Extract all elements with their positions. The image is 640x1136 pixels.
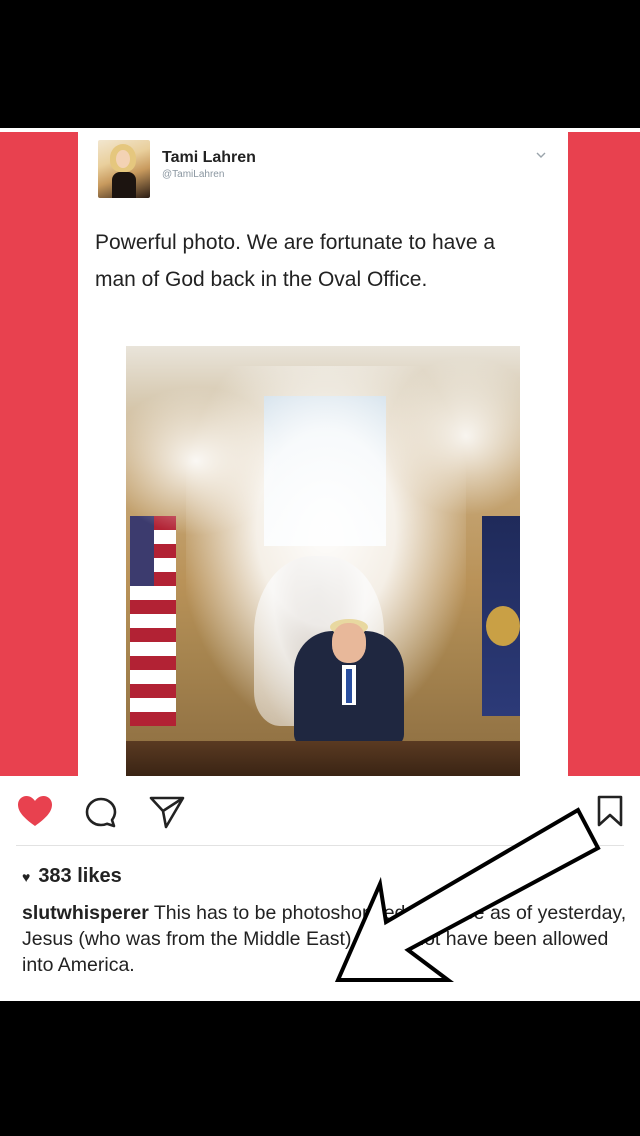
tweet-text: Powerful photo. We are fortunate to have… (95, 231, 496, 291)
likes-label: 383 likes (38, 865, 122, 887)
tweet-image[interactable] (126, 346, 520, 776)
red-border-right (568, 132, 640, 776)
instagram-post: Tami Lahren @TamiLahren Powerful photo. … (0, 128, 640, 1001)
comment-icon[interactable] (84, 796, 118, 835)
red-border-left (0, 132, 78, 776)
chevron-down-icon[interactable] (536, 150, 546, 160)
tweet-author-handle[interactable]: @TamiLahren (162, 169, 224, 180)
screenshot: Tami Lahren @TamiLahren Powerful photo. … (0, 0, 640, 1136)
tweet-author-name[interactable]: Tami Lahren (162, 149, 256, 167)
heart-small-icon: ♥ (22, 868, 31, 885)
tweet-card: Tami Lahren @TamiLahren Powerful photo. … (80, 128, 566, 776)
heart-icon[interactable] (16, 794, 54, 833)
share-icon[interactable] (148, 794, 186, 835)
avatar[interactable] (98, 140, 150, 198)
caption-username[interactable]: slutwhisperer (22, 902, 149, 924)
likes-count[interactable]: ♥ 383 likes (22, 865, 122, 888)
arrow-overlay-icon (334, 807, 601, 982)
